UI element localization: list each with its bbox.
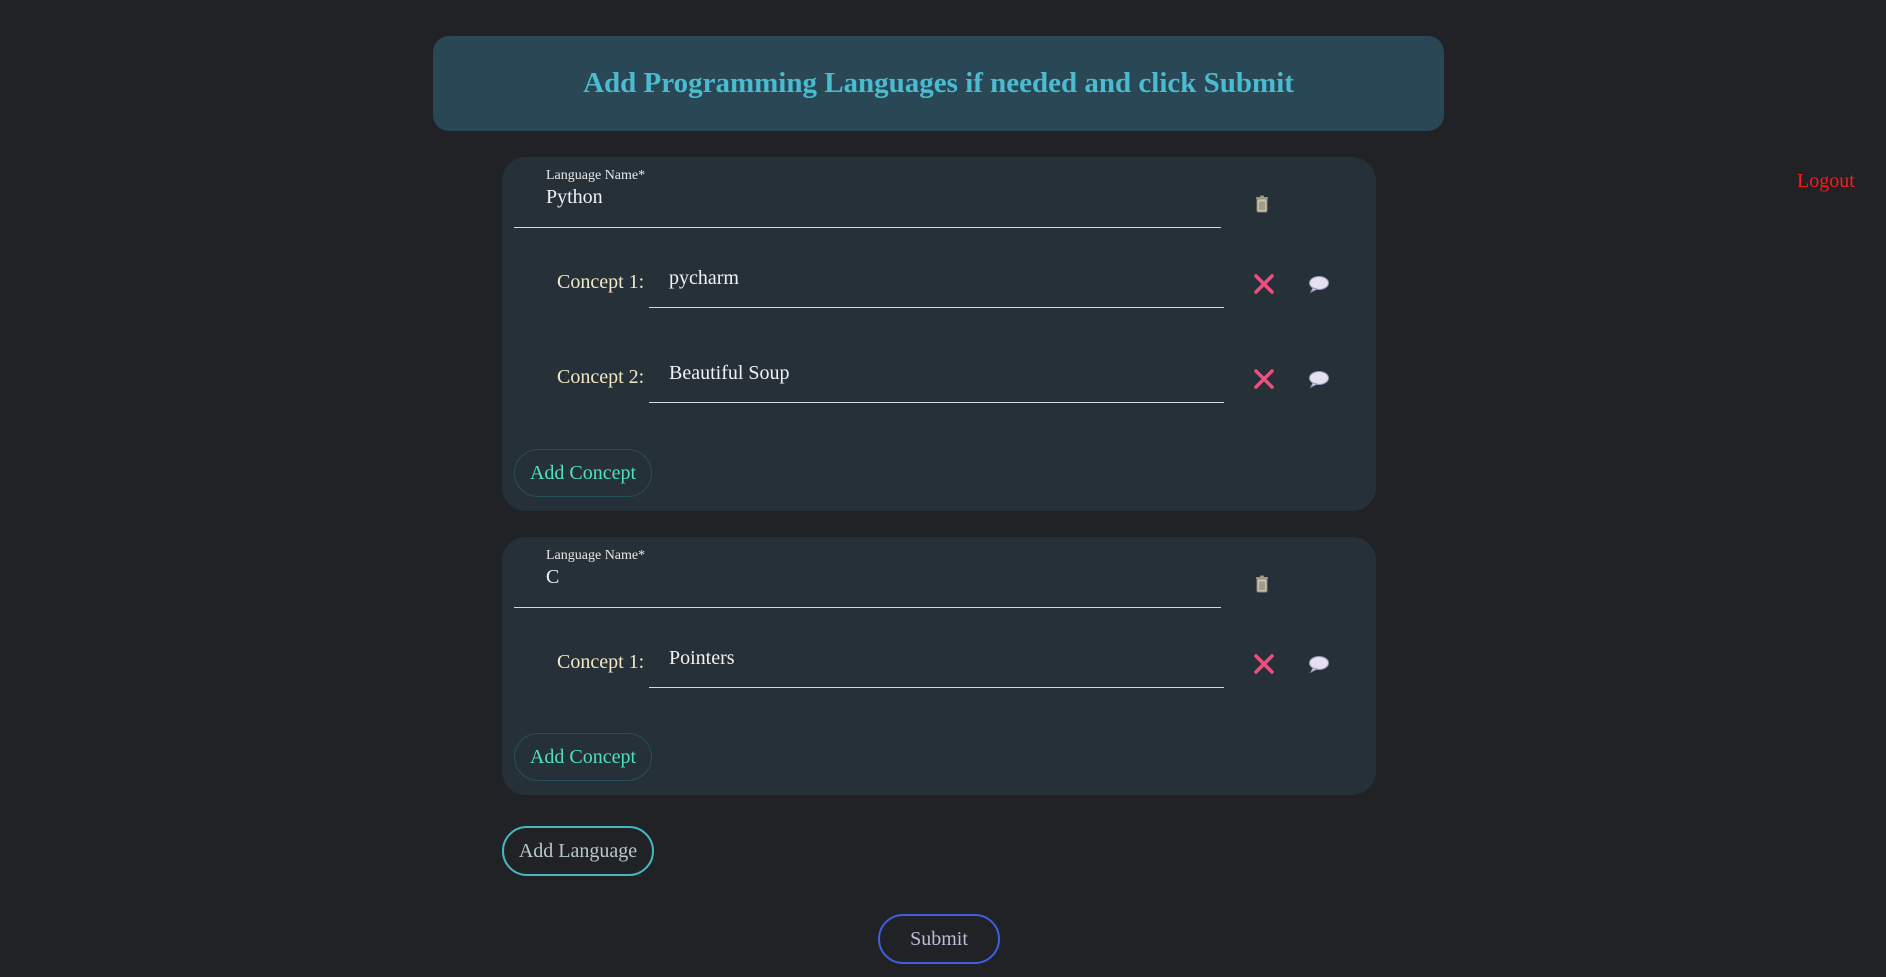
close-icon[interactable] (1252, 652, 1276, 676)
concept-label: Concept 2: (557, 366, 645, 388)
close-icon[interactable] (1252, 367, 1276, 391)
concept-label: Concept 1: (557, 651, 645, 673)
page-header: Add Programming Languages if needed and … (433, 36, 1444, 131)
page: Add Programming Languages if needed and … (0, 0, 1886, 977)
add-concept-button[interactable]: Add Concept (514, 449, 652, 497)
speech-bubble-icon[interactable] (1308, 655, 1330, 673)
concept-value[interactable]: Beautiful Soup (669, 362, 790, 385)
language-card: Language Name* Python Concept 1: pycharm (502, 157, 1376, 511)
add-language-button[interactable]: Add Language (502, 826, 654, 876)
concept-input[interactable]: Pointers (649, 622, 1224, 688)
concept-row: Concept 2: Beautiful Soup (502, 252, 1376, 403)
concept-row: Concept 1: pycharm (502, 157, 1376, 308)
speech-bubble-icon[interactable] (1308, 370, 1330, 388)
page-title: Add Programming Languages if needed and … (583, 67, 1294, 99)
language-card: Language Name* C Concept 1: Pointers Add… (502, 537, 1376, 795)
submit-button[interactable]: Submit (878, 914, 1000, 964)
concept-input[interactable]: Beautiful Soup (649, 337, 1224, 403)
logout-link[interactable]: Logout (1797, 170, 1855, 193)
concept-row: Concept 1: Pointers (502, 537, 1376, 688)
concept-value[interactable]: Pointers (669, 647, 735, 670)
add-concept-button[interactable]: Add Concept (514, 733, 652, 781)
